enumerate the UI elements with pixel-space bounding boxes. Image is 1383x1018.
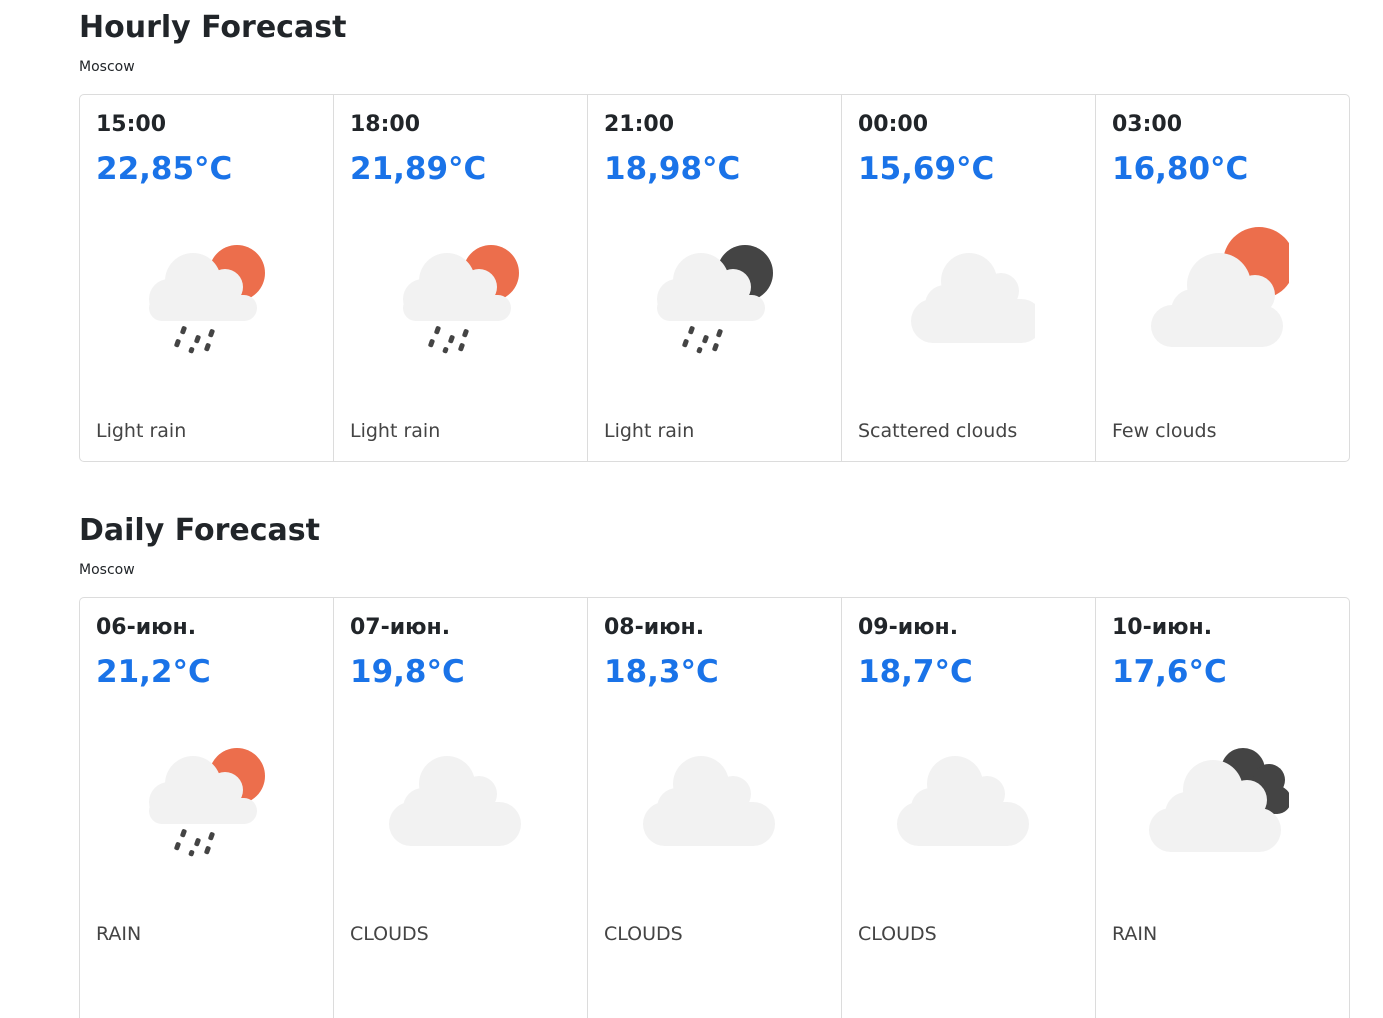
card-description: CLOUDS [858,923,937,945]
card-date: 07-июн. [350,615,451,640]
daily-forecast-section: Daily Forecast Moscow 06-июн. 21,2°C RAI… [79,511,1350,1018]
card-temperature: 16,80°C [1112,151,1249,187]
card-temperature: 18,7°C [858,654,973,690]
daily-cards: 06-июн. 21,2°C RAIN 07-июн. 19,8°C CLOUD… [79,597,1350,1018]
hourly-card: 03:00 16,80°C Few clouds [1095,95,1349,461]
rain-sun-icon [133,728,273,868]
card-temperature: 18,3°C [604,654,719,690]
card-description: CLOUDS [604,923,683,945]
cloud-icon [895,728,1035,868]
cloud-icon [641,728,781,868]
hourly-forecast-section: Hourly Forecast Moscow 15:00 22,85°C Lig… [79,8,1350,462]
daily-card: 10-июн. 17,6°C RAIN [1095,598,1349,1018]
card-date: 08-июн. [604,615,705,640]
heavy-clouds-icon [1149,728,1291,868]
hourly-city-label: Moscow [79,59,135,75]
cloud-icon [895,225,1043,365]
hourly-cards: 15:00 22,85°C Light rain 18:00 21,89°C L… [79,94,1350,462]
card-temperature: 21,89°C [350,151,487,187]
card-time: 18:00 [350,112,421,137]
daily-card: 08-июн. 18,3°C CLOUDS [587,598,841,1018]
daily-card: 09-июн. 18,7°C CLOUDS [841,598,1095,1018]
daily-card: 07-июн. 19,8°C CLOUDS [333,598,587,1018]
card-temperature: 21,2°C [96,654,211,690]
daily-city-label: Moscow [79,562,135,578]
card-time: 03:00 [1112,112,1183,137]
card-description: CLOUDS [350,923,429,945]
daily-forecast-title: Daily Forecast [79,513,320,548]
card-description: Light rain [96,420,187,442]
card-temperature: 22,85°C [96,151,233,187]
card-temperature: 19,8°C [350,654,465,690]
rain-moon-icon [641,225,781,365]
card-temperature: 15,69°C [858,151,995,187]
card-time: 21:00 [604,112,675,137]
card-date: 10-июн. [1112,615,1213,640]
cloud-icon [387,728,527,868]
hourly-card: 15:00 22,85°C Light rain [80,95,333,461]
card-time: 00:00 [858,112,929,137]
card-description: RAIN [1112,923,1158,945]
card-date: 06-июн. [96,615,197,640]
card-description: Scattered clouds [858,420,1018,442]
hourly-card: 21:00 18,98°C Light rain [587,95,841,461]
card-temperature: 17,6°C [1112,654,1227,690]
card-description: Light rain [350,420,441,442]
card-description: Few clouds [1112,420,1217,442]
daily-card: 06-июн. 21,2°C RAIN [80,598,333,1018]
card-description: RAIN [96,923,142,945]
card-time: 15:00 [96,112,167,137]
rain-sun-icon [387,225,527,365]
cloud-sun-icon [1149,225,1295,365]
rain-sun-icon [133,225,273,365]
card-date: 09-июн. [858,615,959,640]
card-temperature: 18,98°C [604,151,741,187]
hourly-forecast-title: Hourly Forecast [79,10,347,45]
hourly-card: 18:00 21,89°C Light rain [333,95,587,461]
card-description: Light rain [604,420,695,442]
hourly-card: 00:00 15,69°C Scattered clouds [841,95,1095,461]
